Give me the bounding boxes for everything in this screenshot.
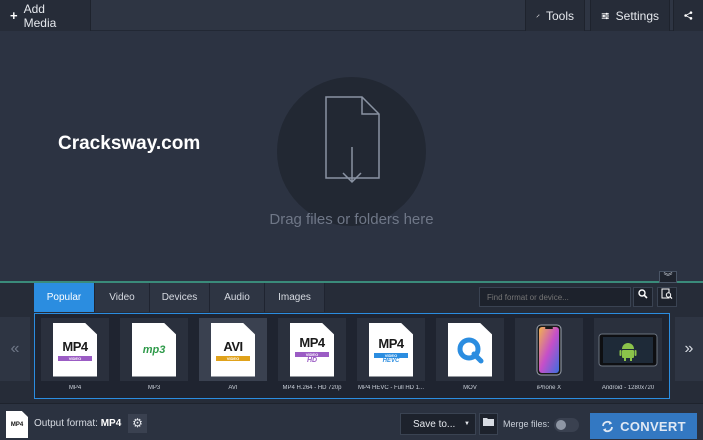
format-label: AVI: [228, 385, 238, 391]
detect-device-button[interactable]: [657, 287, 677, 307]
format-tile-mp4-hevc[interactable]: MP4 VIDEO HEVC MP4 HEVC - Full HD 1...: [354, 317, 428, 397]
plus-icon: +: [10, 8, 18, 23]
magic-wand-icon: [536, 13, 540, 18]
avi-icon-text: AVI: [223, 338, 243, 354]
mp3-icon: mp3: [132, 322, 176, 377]
output-format-label: Output format:: [34, 418, 98, 429]
convert-icon: [602, 420, 614, 432]
scroll-left-button[interactable]: «: [0, 317, 30, 381]
format-label: Android - 1280x720: [601, 385, 655, 391]
format-tile-mp4-hd[interactable]: MP4 VIDEO HD MP4 H.264 - HD 720p: [275, 317, 349, 397]
output-format-icon: MP4: [6, 411, 28, 438]
tab-video[interactable]: Video: [95, 283, 150, 312]
drop-zone[interactable]: Cracksway.com Drag files or folders here: [0, 31, 703, 281]
settings-label: Settings: [615, 8, 659, 23]
format-tile-mp4[interactable]: MP4 VIDEO MP4: [38, 317, 112, 397]
output-settings-button[interactable]: ⚙: [128, 414, 147, 433]
drop-circle: [277, 77, 426, 226]
tools-button[interactable]: Tools: [525, 0, 585, 31]
tab-images[interactable]: Images: [265, 283, 325, 312]
format-tile-mov[interactable]: MOV: [433, 317, 507, 397]
avi-icon-stripe: VIDEO: [216, 355, 250, 361]
format-strip: MP4 VIDEO MP4 mp3 MP3 AVI VIDEO AVI MP4 …: [34, 313, 670, 399]
output-format-icon-text: MP4: [10, 421, 24, 428]
output-format-value: MP4: [100, 418, 122, 429]
mp4-hd-icon-text: MP4: [299, 335, 325, 350]
tools-label: Tools: [545, 8, 574, 23]
format-panel: Popular Video Devices Audio Images « » M…: [0, 283, 703, 403]
folder-icon: [483, 418, 494, 426]
android-icon: [598, 333, 658, 366]
format-label: MP4 HEVC - Full HD 1...: [357, 385, 424, 391]
mp4-hevc-icon-subtext: HEVC: [382, 357, 400, 364]
format-tile-iphone-x[interactable]: iPhone X: [512, 317, 586, 397]
mp4-hevc-icon-text: MP4: [378, 335, 404, 351]
caret-down-icon: ▼: [464, 421, 470, 427]
share-button[interactable]: [673, 0, 703, 31]
quicktime-icon: [448, 322, 492, 377]
add-media-label: Add Media: [23, 1, 57, 30]
double-chevron-down-icon: ︾: [663, 272, 673, 282]
mp4-icon: MP4 VIDEO: [53, 322, 97, 377]
save-to-label: Save to...: [413, 418, 456, 430]
file-download-icon: [325, 96, 380, 184]
format-tile-avi[interactable]: AVI VIDEO AVI: [196, 317, 270, 397]
device-search-icon: [661, 288, 673, 300]
add-media-button[interactable]: + Add Media: [0, 0, 91, 31]
settings-button[interactable]: Settings: [590, 0, 670, 31]
open-folder-button[interactable]: [479, 413, 498, 435]
mp3-icon-text: mp3: [142, 343, 166, 356]
iphone-icon: [536, 324, 562, 375]
watermark-text: Cracksway.com: [58, 133, 201, 154]
top-toolbar: + Add Media Tools Settings: [0, 0, 703, 31]
mp4-hevc-icon: MP4 VIDEO HEVC: [369, 322, 413, 377]
gear-icon: ⚙: [132, 416, 143, 430]
tab-popular[interactable]: Popular: [34, 283, 95, 312]
tab-audio[interactable]: Audio: [210, 283, 265, 312]
sliders-icon: [601, 12, 609, 19]
tab-devices[interactable]: Devices: [150, 283, 210, 312]
mp4-icon-text: MP4: [62, 338, 88, 354]
format-search-input[interactable]: [479, 287, 631, 307]
mp4-hd-icon: MP4 VIDEO HD: [290, 322, 334, 377]
format-tile-mp3[interactable]: mp3 MP3: [117, 317, 191, 397]
drop-hint: Drag files or folders here: [269, 211, 434, 228]
save-to-dropdown[interactable]: Save to... ▼: [400, 413, 476, 435]
avi-icon: AVI VIDEO: [211, 322, 255, 377]
convert-label: CONVERT: [620, 418, 686, 434]
output-format: Output format: MP4: [34, 418, 121, 429]
mp4-hd-icon-subtext: HD: [306, 357, 318, 364]
merge-files-label: Merge files:: [503, 419, 550, 429]
share-icon: [684, 11, 693, 20]
format-label: MOV: [463, 385, 477, 391]
scroll-right-button[interactable]: »: [675, 317, 703, 381]
format-label: MP4: [68, 385, 82, 391]
quicktime-logo-icon: [457, 337, 484, 363]
merge-files-toggle[interactable]: [554, 418, 579, 432]
bottom-bar: MP4 Output format: MP4 ⚙ Save to... ▼ Me…: [0, 403, 703, 440]
search-icon: [638, 289, 648, 299]
format-label: MP4 H.264 - HD 720p: [282, 385, 342, 391]
format-tile-android[interactable]: Android - 1280x720: [591, 317, 665, 397]
format-label: iPhone X: [536, 385, 562, 391]
search-button[interactable]: [633, 287, 653, 307]
mp4-icon-stripe: VIDEO: [58, 355, 92, 361]
chevron-right-icon: »: [684, 340, 694, 357]
convert-button[interactable]: CONVERT: [590, 413, 697, 439]
chevron-left-icon: «: [10, 340, 20, 357]
format-label: MP3: [147, 385, 161, 391]
collapse-panel-button[interactable]: ︾: [659, 271, 677, 283]
